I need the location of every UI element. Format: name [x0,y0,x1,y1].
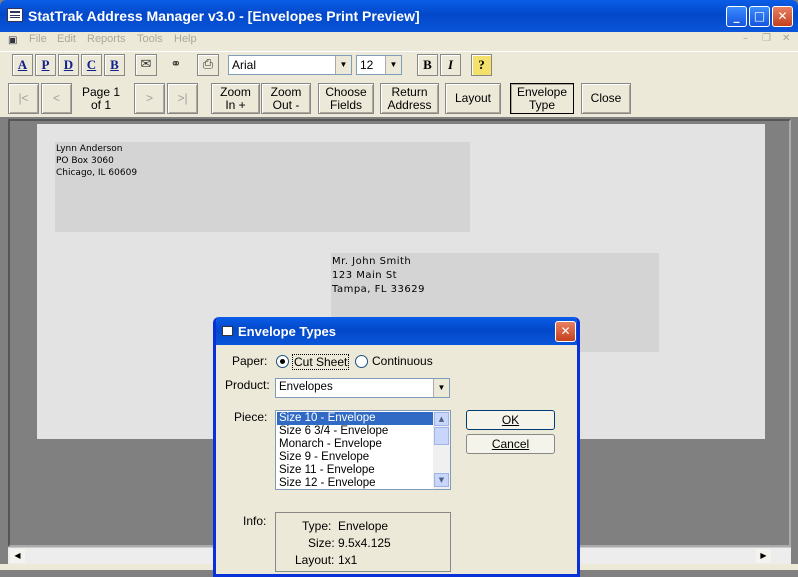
type-label: Type: [302,519,332,533]
layout-label: Layout: [295,553,335,567]
page-line2: of 1 [90,97,111,112]
last-page-button[interactable]: >| [167,83,198,114]
piece-label: Piece: [234,410,268,424]
return-line: PO Box 3060 [56,156,114,166]
chevron-down-icon[interactable]: ▼ [335,56,351,74]
return-line: Chicago, IL 60609 [56,168,138,178]
dialog-close-button[interactable]: ✕ [555,321,576,342]
product-value: Envelopes [279,381,333,393]
italic-button[interactable]: I [440,54,461,76]
font-size-combo[interactable]: 12 ▼ [356,55,402,75]
scroll-thumb[interactable] [434,427,449,445]
list-item[interactable]: Size 11 - Envelope [277,464,433,477]
cut-sheet-label[interactable]: Cut Sheet [292,354,350,370]
continuous-label[interactable]: Continuous [372,354,433,368]
return-address-block: Lynn Anderson PO Box 3060 Chicago, IL 60… [55,142,470,232]
menu-tools[interactable]: Tools [137,33,163,45]
font-size-value: 12 [360,58,374,72]
doc-icon: ▣ [8,35,18,46]
scroll-right-icon[interactable]: ▶ [756,549,771,563]
choose-fields-button[interactable]: Choose Fields [318,83,374,114]
letter-c-button[interactable]: C [81,54,102,76]
page-line1: Page 1 [81,84,121,99]
font-name-value: Arial [232,58,257,72]
printer-icon[interactable]: ⎙ [197,54,219,76]
close-window-button[interactable]: ✕ [772,6,793,27]
list-item[interactable]: Size 6 3/4 - Envelope [277,425,433,438]
menu-help[interactable]: Help [174,33,197,45]
letter-b-button[interactable]: B [104,54,125,76]
first-page-button[interactable]: |< [8,83,39,114]
menu-reports[interactable]: Reports [87,33,126,45]
zoom-in-line1: Zoom [220,84,251,99]
envtype-line2: Type [528,97,555,112]
list-item[interactable]: Size 10 - Envelope [277,412,433,425]
choose-line1: Choose [325,84,367,99]
page-indicator: Page 1 of 1 [73,83,129,114]
size-value: 9.5x4.125 [338,536,391,550]
recipient-line: 123 Main St [332,270,398,281]
recipient-line: Tampa, FL 33629 [332,284,425,295]
maximize-button[interactable]: □ [749,6,770,27]
prev-page-button[interactable]: < [41,83,72,114]
envelope-type-button[interactable]: Envelope Type [510,83,574,114]
layout-value: 1x1 [338,553,358,567]
help-button[interactable]: ? [471,54,492,76]
envtype-line1: Envelope [516,84,568,99]
size-label: Size: [308,536,335,550]
zoom-out-line1: Zoom [270,84,302,99]
window-title: StatTrak Address Manager v3.0 - [Envelop… [28,8,420,24]
return-line1: Return [391,84,428,99]
dialog-icon [222,326,233,336]
list-item[interactable]: Size 9 - Envelope [277,451,433,464]
close-preview-button[interactable]: Close [581,83,631,114]
product-combo[interactable]: Envelopes ▼ [275,378,450,398]
scroll-up-icon[interactable]: ▲ [434,412,449,426]
letter-a-button[interactable]: A [12,54,33,76]
zoom-in-line2: In + [225,97,246,112]
zoom-out-line2: Out - [272,97,300,112]
font-name-combo[interactable]: Arial ▼ [228,55,352,75]
envelope-types-dialog: Envelope Types ✕ Paper: Cut Sheet Contin… [213,317,580,577]
next-page-button[interactable]: > [134,83,165,114]
cut-sheet-radio[interactable] [276,355,289,368]
recipient-line: Mr. John Smith [332,256,412,267]
menu-edit[interactable]: Edit [57,33,76,45]
return-address-button[interactable]: Return Address [380,83,439,114]
continuous-radio[interactable] [355,355,368,368]
dialog-title: Envelope Types [238,324,337,339]
cancel-button[interactable]: Cancel [466,434,555,454]
type-value: Envelope [338,519,389,533]
minimize-button[interactable]: _ [726,6,747,27]
list-scrollbar[interactable]: ▲ ▼ [433,411,450,489]
app-icon [7,8,23,22]
paper-label: Paper: [232,354,268,368]
list-item[interactable]: Monarch - Envelope [277,438,433,451]
menu-file[interactable]: File [29,33,47,45]
ok-button[interactable]: OK [466,410,555,430]
return-line2: Address [387,97,432,112]
letter-p-button[interactable]: P [35,54,56,76]
product-label: Product: [225,378,270,392]
mdi-close-icon[interactable]: ✕ [782,33,790,44]
bold-button[interactable]: B [417,54,438,76]
piece-listbox[interactable]: Size 10 - Envelope Size 6 3/4 - Envelope… [275,410,451,490]
zoom-in-button[interactable]: Zoom In + [211,83,260,114]
mdi-restore-icon[interactable]: ❐ [762,33,771,44]
mdi-minimize-icon[interactable]: – [743,33,748,44]
list-item[interactable]: Size 12 - Envelope [277,477,433,489]
chevron-down-icon[interactable]: ▼ [385,56,401,74]
return-line: Lynn Anderson [56,144,123,154]
scroll-down-icon[interactable]: ▼ [434,473,449,487]
layout-button[interactable]: Layout [445,83,501,114]
choose-line2: Fields [329,97,362,112]
chevron-down-icon[interactable]: ▼ [433,379,449,397]
letter-d-button[interactable]: D [58,54,79,76]
binoculars-icon[interactable]: ⚭ [165,54,187,76]
zoom-out-button[interactable]: Zoom Out - [261,83,311,114]
info-label: Info: [243,514,267,528]
scroll-left-icon[interactable]: ◀ [10,549,25,563]
envelope-icon[interactable]: ✉ [135,54,157,76]
